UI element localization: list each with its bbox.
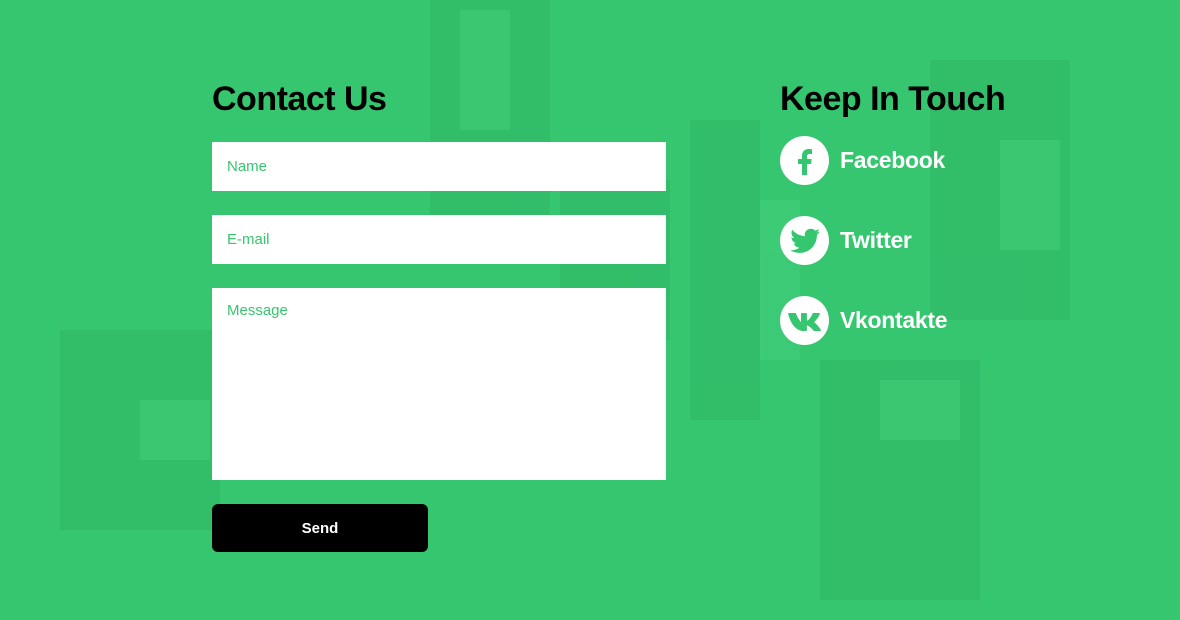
contact-title: Contact Us bbox=[212, 80, 387, 118]
twitter-label: Twitter bbox=[840, 227, 912, 253]
send-button[interactable]: Send bbox=[212, 504, 428, 552]
keep-in-touch-section: Keep In Touch Facebook Twitter Vkontakte bbox=[780, 78, 1160, 345]
keep-in-touch-title: Keep In Touch bbox=[780, 80, 1006, 118]
facebook-link[interactable]: Facebook bbox=[780, 136, 945, 185]
twitter-link[interactable]: Twitter bbox=[780, 216, 912, 265]
email-field[interactable] bbox=[212, 215, 666, 264]
facebook-icon bbox=[780, 136, 829, 185]
message-field[interactable] bbox=[212, 288, 666, 480]
vk-icon bbox=[780, 296, 829, 345]
name-field[interactable] bbox=[212, 142, 666, 191]
facebook-label: Facebook bbox=[840, 147, 945, 173]
vkontakte-label: Vkontakte bbox=[840, 307, 948, 333]
contact-section: Contact Us Send bbox=[212, 78, 666, 552]
vkontakte-link[interactable]: Vkontakte bbox=[780, 296, 948, 345]
twitter-icon bbox=[780, 216, 829, 265]
